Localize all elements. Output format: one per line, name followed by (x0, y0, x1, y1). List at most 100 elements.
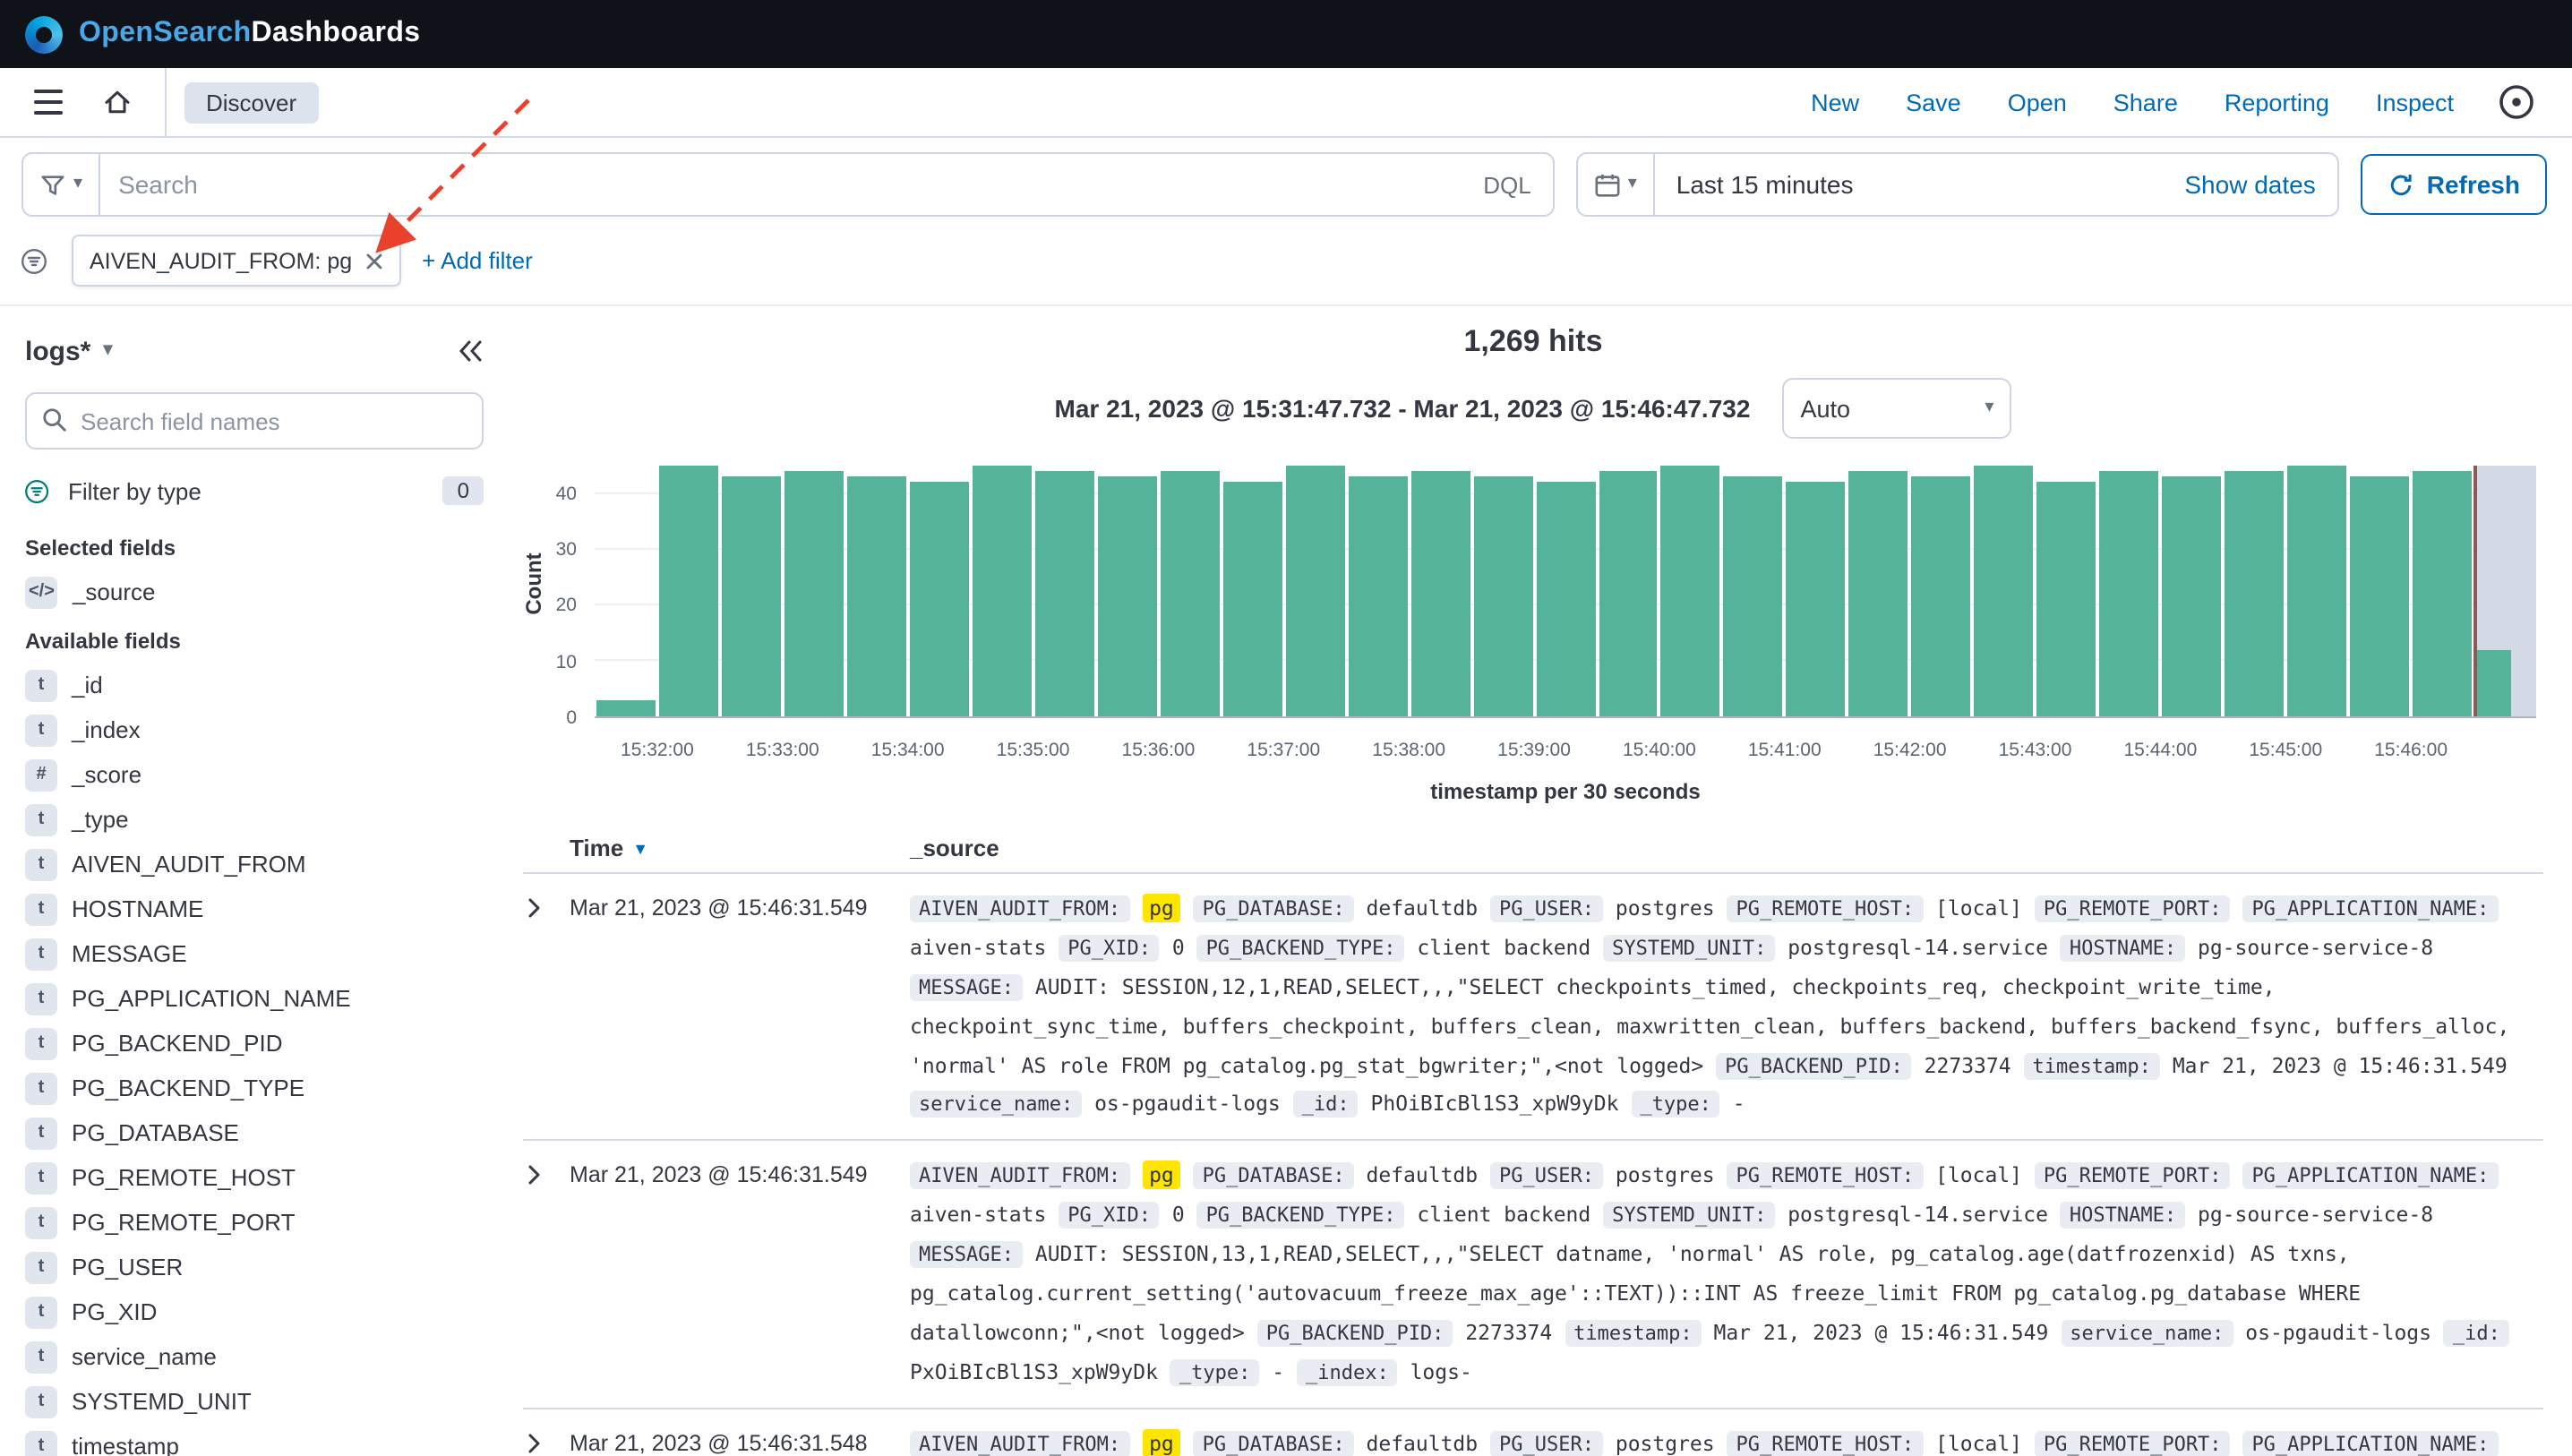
field-item-AIVEN_AUDIT_FROM[interactable]: tAIVEN_AUDIT_FROM (25, 842, 484, 886)
x-axis-tick: 15:46:00 (2374, 740, 2448, 761)
field-item-PG_APPLICATION_NAME[interactable]: tPG_APPLICATION_NAME (25, 976, 484, 1021)
field-item-PG_REMOTE_HOST[interactable]: tPG_REMOTE_HOST (25, 1155, 484, 1200)
query-language-button[interactable]: DQL (1462, 171, 1552, 198)
field-item-PG_XID[interactable]: tPG_XID (25, 1289, 484, 1334)
filter-count-badge: 0 (443, 476, 484, 505)
histogram-bar[interactable] (1722, 460, 1785, 716)
nav-action-open[interactable]: Open (2008, 89, 2067, 116)
histogram-bar[interactable] (1158, 460, 1221, 716)
nav-action-save[interactable]: Save (1906, 89, 1961, 116)
nav-action-new[interactable]: New (1811, 89, 1859, 116)
bar (1160, 471, 1219, 716)
source-value: defaultdb (1367, 895, 1479, 921)
histogram-bar[interactable] (2411, 460, 2473, 716)
histogram-bar[interactable] (2223, 460, 2285, 716)
breadcrumb[interactable]: Discover (184, 81, 318, 123)
histogram-bar[interactable] (1033, 460, 1096, 716)
query-bar: ▾ DQL ▾ Last 15 minutes Show dates Refre… (0, 138, 2572, 231)
expand-row-button[interactable] (523, 1425, 570, 1453)
histogram-bar[interactable] (595, 460, 657, 716)
time-range-label[interactable]: Last 15 minutes (1655, 170, 2164, 199)
brand-secondary: Dashboards (252, 18, 421, 48)
field-item-HOSTNAME[interactable]: tHOSTNAME (25, 886, 484, 931)
field-item-timestamp[interactable]: ttimestamp (25, 1424, 484, 1456)
histogram-bar[interactable] (2285, 460, 2348, 716)
histogram-bar[interactable] (1848, 460, 1910, 716)
user-menu-button[interactable] (2486, 72, 2547, 133)
home-button[interactable] (86, 72, 147, 133)
index-pattern-select[interactable]: logs* ▾ (25, 336, 112, 366)
histogram-bar[interactable] (971, 460, 1033, 716)
field-item-_type[interactable]: t_type (25, 797, 484, 842)
histogram-bar[interactable] (2036, 460, 2098, 716)
field-item-PG_BACKEND_TYPE[interactable]: tPG_BACKEND_TYPE (25, 1066, 484, 1110)
saved-query-menu-button[interactable]: ▾ (23, 154, 100, 215)
histogram-bar[interactable] (1534, 460, 1597, 716)
histogram-bar[interactable] (1471, 460, 1534, 716)
expand-row-button[interactable] (523, 890, 570, 919)
opensearch-dashboards-app: OpenSearchDashboards Discover NewSaveOpe… (0, 0, 2572, 1456)
histogram-bar[interactable] (720, 460, 783, 716)
histogram-bar[interactable] (2160, 460, 2223, 716)
opensearch-logo-icon[interactable] (25, 15, 63, 53)
add-filter-button[interactable]: + Add filter (422, 247, 533, 274)
field-item-_id[interactable]: t_id (25, 663, 484, 707)
histogram-bar[interactable] (845, 460, 908, 716)
histogram-bar[interactable] (783, 460, 845, 716)
refresh-button[interactable]: Refresh (2361, 154, 2547, 215)
histogram-bar[interactable] (1973, 460, 2036, 716)
field-item-MESSAGE[interactable]: tMESSAGE (25, 931, 484, 976)
expand-row-button[interactable] (523, 1158, 570, 1186)
histogram-bar[interactable] (1597, 460, 1659, 716)
field-item-service_name[interactable]: tservice_name (25, 1334, 484, 1379)
field-item-PG_DATABASE[interactable]: tPG_DATABASE (25, 1110, 484, 1155)
field-item-PG_REMOTE_PORT[interactable]: tPG_REMOTE_PORT (25, 1200, 484, 1245)
histogram-bar[interactable] (1096, 460, 1159, 716)
field-type-icon: t (25, 1385, 57, 1417)
histogram-bar[interactable] (2098, 460, 2161, 716)
chevron-right-icon (523, 897, 544, 919)
source-field-badge: _index: (1297, 1358, 1398, 1385)
filter-by-type-button[interactable]: Filter by type 0 (25, 460, 484, 521)
interval-select[interactable]: Auto ▾ (1782, 378, 2011, 439)
field-name: _source (73, 578, 156, 605)
field-item-PG_BACKEND_PID[interactable]: tPG_BACKEND_PID (25, 1021, 484, 1066)
histogram-bar[interactable] (1659, 460, 1722, 716)
show-dates-button[interactable]: Show dates (2163, 170, 2336, 199)
histogram-bar[interactable] (1346, 460, 1409, 716)
histogram-bar[interactable] (908, 460, 971, 716)
field-item-_score[interactable]: #_score (25, 752, 484, 797)
field-item-SYSTEMD_UNIT[interactable]: tSYSTEMD_UNIT (25, 1379, 484, 1424)
remove-filter-icon[interactable] (364, 252, 382, 270)
field-item-PG_USER[interactable]: tPG_USER (25, 1245, 484, 1289)
collapse-sidebar-icon[interactable] (455, 338, 484, 364)
source-field-badge: AIVEN_AUDIT_FROM: (910, 1163, 1129, 1190)
field-item-_source[interactable]: </>_source (25, 570, 484, 614)
histogram-bar[interactable] (657, 460, 720, 716)
quick-select-button[interactable]: ▾ (1578, 154, 1655, 215)
document-source: AIVEN_AUDIT_FROM: pg PG_DATABASE: defaul… (910, 890, 2543, 1126)
histogram-bar[interactable] (1785, 460, 1848, 716)
filter-pill-aiven-audit-from[interactable]: AIVEN_AUDIT_FROM: pg (72, 235, 400, 287)
filter-list-icon[interactable] (21, 248, 50, 273)
source-field-badge: PG_REMOTE_HOST: (1728, 1430, 1924, 1456)
histogram-bar[interactable] (1910, 460, 1973, 716)
histogram-bar[interactable] (1409, 460, 1471, 716)
bar (1975, 466, 2034, 716)
document-timestamp: Mar 21, 2023 @ 15:46:31.548 (570, 1425, 910, 1455)
source-field-badge: PG_USER: (1490, 895, 1603, 922)
histogram-bar[interactable] (1221, 460, 1283, 716)
field-type-icon: t (25, 803, 57, 835)
histogram-bar[interactable] (2348, 460, 2411, 716)
time-column-header[interactable]: Time ▼ (570, 835, 910, 861)
nav-action-reporting[interactable]: Reporting (2225, 89, 2329, 116)
histogram-bar[interactable] (1283, 460, 1346, 716)
histogram-bar[interactable] (2473, 460, 2536, 716)
field-name: _score (72, 761, 141, 788)
search-input[interactable] (100, 170, 1462, 199)
field-item-_index[interactable]: t_index (25, 707, 484, 752)
nav-action-share[interactable]: Share (2113, 89, 2178, 116)
menu-button[interactable] (18, 72, 79, 133)
nav-action-inspect[interactable]: Inspect (2376, 89, 2454, 116)
field-search-input[interactable] (25, 392, 484, 450)
